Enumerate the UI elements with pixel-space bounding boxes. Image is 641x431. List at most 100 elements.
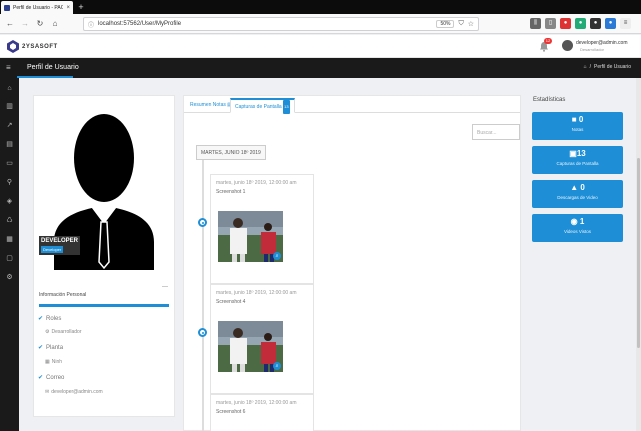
extension-green-icon[interactable]: ● [575,18,586,29]
user-email[interactable]: developer@admin.com [576,40,628,46]
stats-title: Estadísticas [533,97,566,103]
timeline-dot [198,328,207,337]
divider [162,286,168,287]
info-value-roles: ⚙ Desarrollador [45,329,82,335]
breadcrumb: ⌂ / Perfil de Usuario [584,64,631,70]
new-tab-button[interactable]: + [76,1,86,13]
bookmark-star-icon[interactable]: ☆ [468,20,474,28]
menu-icon[interactable]: ≡ [620,18,631,29]
file-icon: ■ [571,115,577,124]
check-icon: ✔ [38,375,44,381]
avatar[interactable] [562,40,573,51]
download-icon: ▲ [570,183,579,192]
close-tab-icon[interactable]: × [66,5,70,11]
stat-label: Notas [571,127,584,132]
stat-screenshots[interactable]: ▣13 Capturas de Pantalla [532,146,623,174]
tab-screenshots[interactable]: Capturas de Pantalla 13 [230,98,295,114]
user-role: Desarrollador [580,47,605,52]
url-text[interactable]: localhost:57562/User/MyProfile [98,21,432,27]
screenshot-thumbnail[interactable]: ⌕ [218,211,283,262]
zoom-icon[interactable]: ⌕ [273,362,281,370]
logo[interactable]: 2YSASOFT [7,40,58,53]
forward-icon[interactable]: → [19,18,31,30]
eye-icon: ◉ [570,217,578,226]
screenshot-entry: martes, junio 18º 2019, 12:00:00 am Scre… [210,394,314,431]
sidebar-tag-icon[interactable]: ◈ [4,196,15,207]
sidebar-monitor-icon[interactable]: ▢ [4,253,15,264]
sidebar-recycle-icon[interactable]: ♺ [4,215,15,226]
browser-tab[interactable]: Perfil de Usuario - PAC3 × [1,1,73,14]
stat-value: 0 [580,183,585,192]
zoom-icon[interactable]: ⌕ [273,252,281,260]
check-icon: ✔ [38,316,44,322]
main-card: Resumen Notas ▤ Capturas de Pantalla 13 … [183,95,521,431]
stat-video-downloads[interactable]: ▲ 0 Descargas de Video [532,180,623,208]
stat-label: Videos Vistos [563,229,592,234]
library-icon[interactable]: ⫼ [530,18,541,29]
breadcrumb-home-icon[interactable]: ⌂ [584,64,587,70]
reload-icon[interactable]: ↻ [34,18,46,30]
timeline-date: MARTES, JUNIO 18º 2019 [196,145,266,160]
screenshot-thumbnail[interactable]: ⌕ [218,321,283,372]
page-scrollbar[interactable] [636,78,641,431]
sidebar-home-icon[interactable]: ⌂ [4,83,15,94]
stat-label: Capturas de Pantalla [556,161,599,166]
search-input[interactable]: Buscar... [472,124,520,140]
sidebar-clipboard-icon[interactable]: ▭ [4,158,15,169]
title-underline [17,76,73,78]
extensions-toolbar: ⫼ ▯ ● ● ● ● ≡ [530,18,631,29]
hamburger-menu-icon[interactable]: ≡ [6,62,13,74]
info-label-plant: ✔ Planta [38,344,64,352]
stat-value-line: ◉ 1 [532,217,623,226]
info-value-plant: ▦ Ninh [45,359,62,365]
tab-badge: 13 [283,100,290,114]
info-label-text: Correo [46,374,65,381]
logo-icon [7,40,19,53]
sidebar-icon[interactable]: ▯ [545,18,556,29]
back-icon[interactable]: ← [4,18,16,30]
image-icon: ▣ [569,149,577,158]
home-icon[interactable]: ⌂ [49,18,61,30]
page-title: Perfil de Usuario [27,64,79,71]
info-label-email: ✔ Correo [38,374,65,382]
stat-value: 0 [578,115,584,124]
zoom-level[interactable]: 50% [436,20,455,28]
gear-icon: ⚙ [45,329,50,335]
breadcrumb-current: Perfil de Usuario [594,64,631,70]
timeline-dot [198,218,207,227]
tab-label: Capturas de Pantalla [235,104,282,110]
extension-red-icon[interactable]: ● [560,18,571,29]
scrollbar-thumb[interactable] [637,158,640,348]
info-label-text: Planta [46,344,64,351]
sidebar-table-icon[interactable]: ▦ [4,234,15,245]
sidebar-network-icon[interactable]: ⚲ [4,177,15,188]
stat-value-line: ▲ 0 [532,183,623,192]
entry-date: martes, junio 18º 2019, 12:00:00 am [216,400,297,406]
extension-blue-icon[interactable]: ● [605,18,616,29]
sidebar-settings-icon[interactable]: ⚙ [4,272,15,283]
info-value-text: Ninh [51,359,63,365]
stat-value-line: ■ 0 [532,115,623,124]
role-chip: Developer [41,246,64,253]
building-icon: ▦ [45,359,50,365]
info-label-roles: ✔ Roles [38,315,62,323]
stat-value: 1 [579,217,585,226]
extension-dark-icon[interactable]: ● [590,18,601,29]
tab-notes-summary[interactable]: Resumen Notas ▤ [186,98,236,113]
notification-badge: 12 [544,38,552,44]
tab-label: Resumen Notas [190,102,226,108]
sidebar-document-icon[interactable]: ▤ [4,139,15,150]
envelope-icon: ✉ [45,389,50,395]
entry-date: martes, junio 18º 2019, 12:00:00 am [216,180,297,186]
personal-info-title: Información Personal [39,292,87,298]
entry-name: Screenshot 4 [216,299,246,305]
url-bar[interactable]: ⓘ localhost:57562/User/MyProfile 50% ⛉ ☆ [83,17,479,31]
breadcrumb-separator: / [589,64,592,70]
pocket-icon[interactable]: ⛉ [458,20,463,28]
info-icon[interactable]: ⓘ [88,20,94,29]
sidebar-bar-chart-icon[interactable]: ▥ [4,101,15,112]
stat-videos-viewed[interactable]: ◉ 1 Videos Vistos [532,214,623,242]
stat-notes[interactable]: ■ 0 Notas [532,112,623,140]
info-label-text: Roles [46,315,62,322]
sidebar-line-chart-icon[interactable]: ↗ [4,120,15,131]
